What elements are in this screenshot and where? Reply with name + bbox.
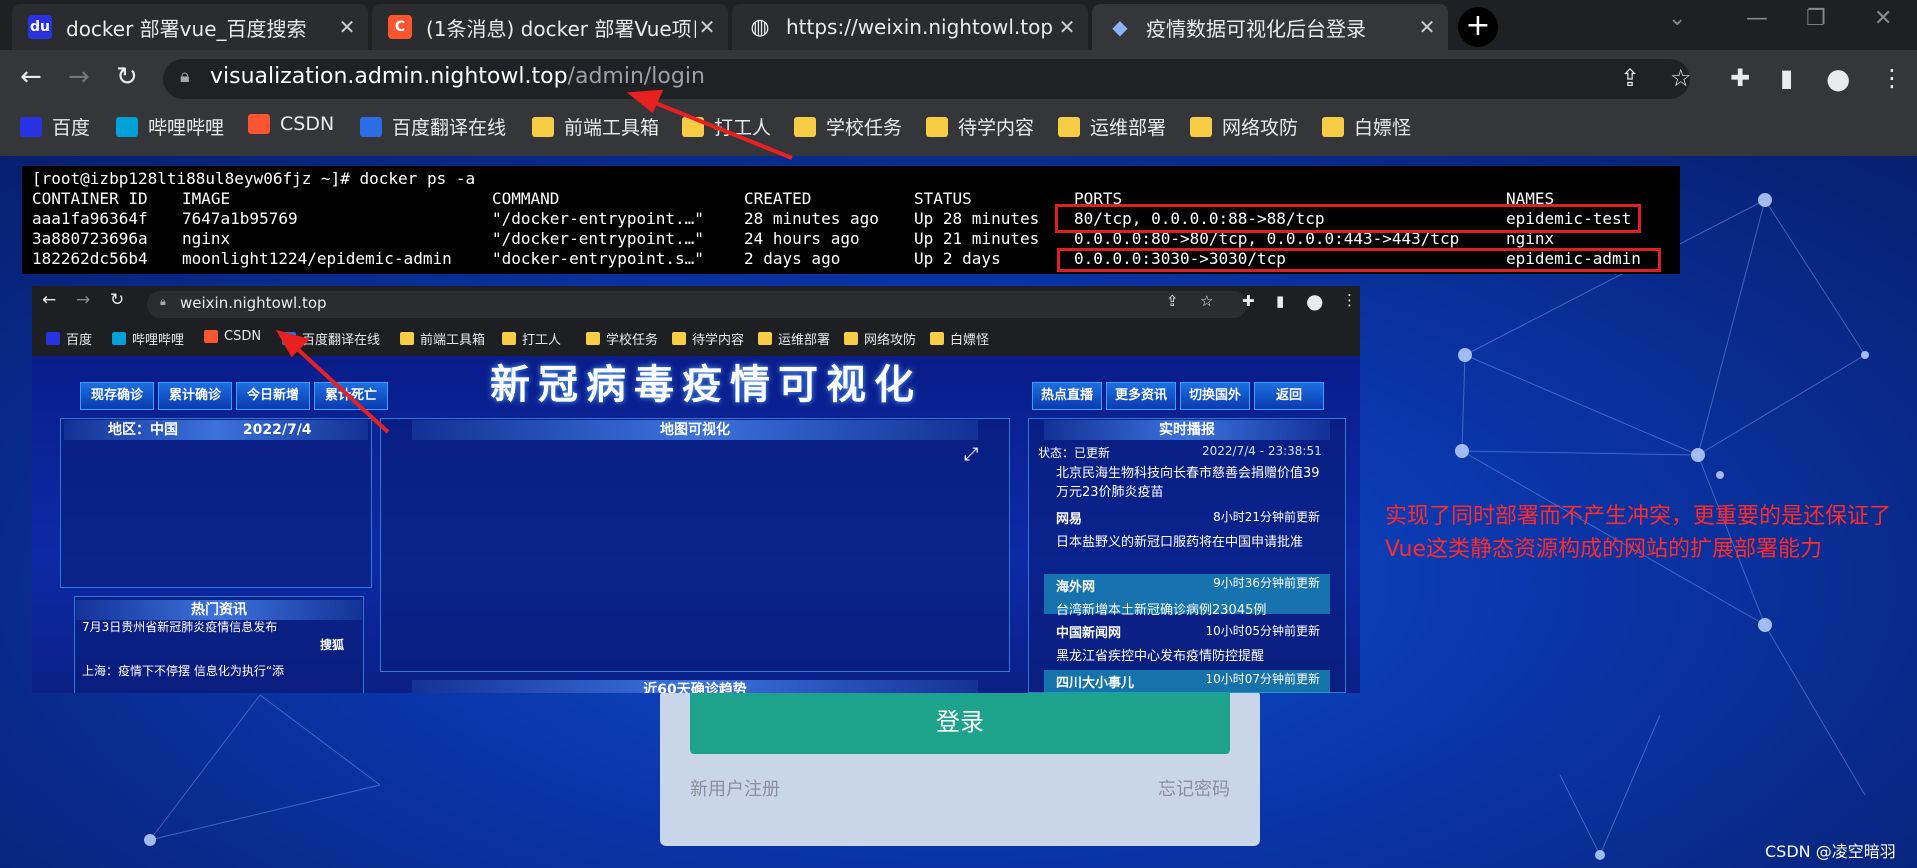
annotation-arrows (275, 89, 793, 434)
screenshot: 登录 新用户注册 忘记密码 du docker 部署vue_百度搜索 ✕ C (… (0, 0, 1917, 868)
arrow-to-inner-url (290, 342, 390, 434)
arrow-to-address-bar (647, 98, 793, 160)
watermark: CSDN @凌空暗羽 (1765, 842, 1896, 861)
annotation-note: 实现了同时部署而不产生冲突，更重要的是还保证了Vue这类静态资源构成的网站的扩展… (1385, 504, 1892, 562)
arrow-head (626, 89, 664, 114)
